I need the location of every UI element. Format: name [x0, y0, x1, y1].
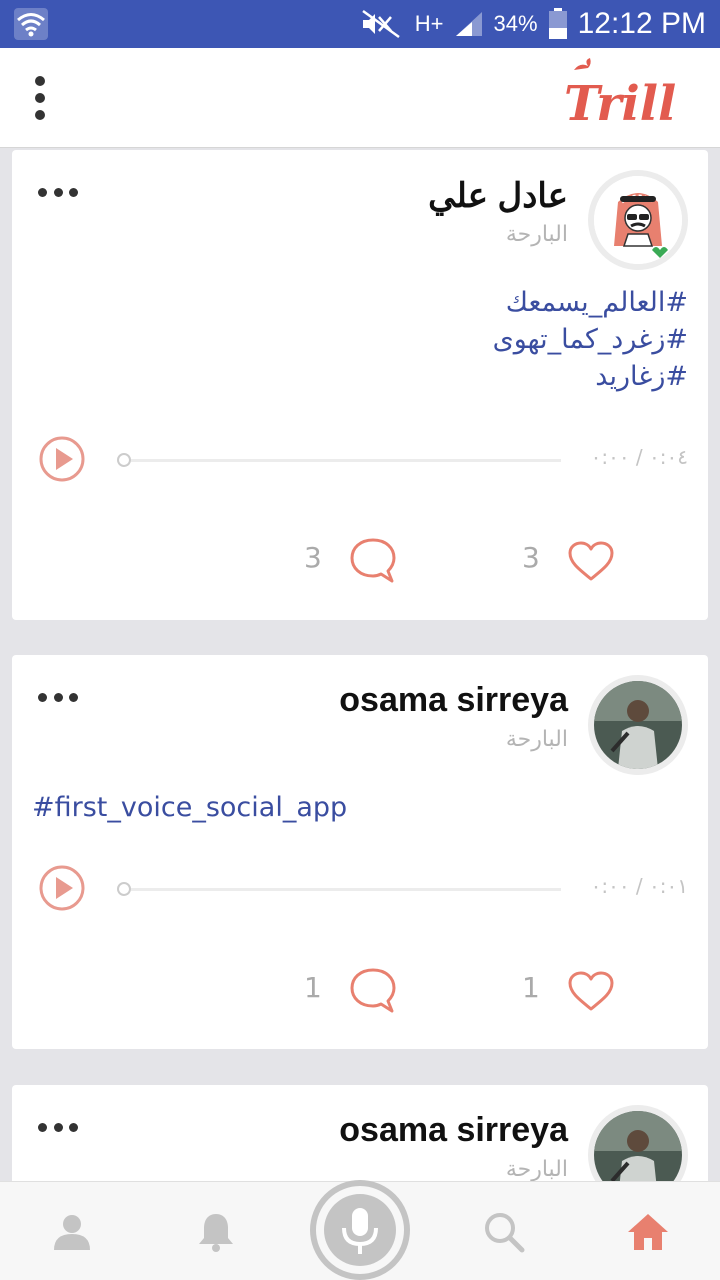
clock: 12:12 PM — [577, 7, 706, 40]
photo-avatar-icon — [594, 1111, 682, 1181]
hashtag-list: #العالم_يسمعك #زغرد_كما_تهوى #زغاريد — [493, 284, 688, 395]
seek-handle[interactable] — [117, 453, 131, 467]
signal-icon — [455, 12, 482, 36]
username[interactable]: عادل علي — [428, 176, 568, 216]
search-icon[interactable] — [482, 1210, 526, 1254]
post-time: البارحة — [505, 1157, 568, 1181]
profile-icon[interactable] — [50, 1210, 94, 1254]
trill-logo: Trill — [564, 58, 676, 132]
post-time: البارحة — [505, 222, 568, 247]
hashtag-list: #first_voice_social_app — [32, 789, 347, 826]
hashtag-link[interactable]: #زغرد_كما_تهوى — [493, 321, 688, 358]
username[interactable]: osama sirreya — [339, 1111, 568, 1150]
post-time: البارحة — [505, 727, 568, 752]
comment-count: 1 — [304, 971, 322, 1004]
heart-icon[interactable] — [566, 539, 616, 583]
seek-bar[interactable] — [131, 459, 561, 462]
bottom-navigation — [0, 1180, 720, 1280]
bell-icon[interactable] — [194, 1210, 238, 1254]
status-bar: H+ 34% 12:12 PM — [0, 0, 720, 48]
svg-text:Trill: Trill — [564, 76, 676, 132]
comment-count: 3 — [304, 541, 322, 574]
photo-avatar-icon — [594, 681, 682, 769]
hashtag-link[interactable]: #first_voice_social_app — [32, 789, 347, 826]
battery-icon — [548, 8, 567, 39]
like-count: 1 — [522, 971, 540, 1004]
post-card: عادل علي البارحة #العالم_يسمعك #زغرد_كما… — [12, 150, 708, 620]
audio-player: ٠:٠٤ / ٠:٠٠ — [38, 435, 688, 485]
play-icon[interactable] — [38, 435, 86, 483]
mic-icon — [342, 1208, 378, 1254]
cartoon-avatar-icon — [594, 176, 682, 264]
seek-bar[interactable] — [131, 888, 561, 891]
battery-percent: 34% — [493, 11, 538, 36]
app-bar: Trill — [0, 48, 720, 148]
more-options-icon[interactable] — [38, 693, 78, 705]
feed: عادل علي البارحة #العالم_يسمعك #زغرد_كما… — [0, 149, 720, 1181]
duration: ٠:٠٤ / ٠:٠٠ — [590, 445, 688, 469]
post-card: osama sirreya البارحة #first_voice_socia… — [12, 655, 708, 1049]
record-button[interactable] — [310, 1180, 410, 1280]
post-card: osama sirreya البارحة — [12, 1085, 708, 1181]
like-count: 3 — [522, 541, 540, 574]
mute-icon — [362, 9, 400, 39]
duration: ٠:٠١ / ٠:٠٠ — [590, 874, 688, 898]
menu-icon[interactable] — [28, 76, 52, 120]
username[interactable]: osama sirreya — [339, 681, 568, 720]
post-actions: 3 3 — [12, 535, 708, 585]
avatar[interactable] — [588, 1105, 688, 1181]
post-actions: 1 1 — [12, 965, 708, 1015]
play-icon[interactable] — [38, 864, 86, 912]
comment-icon[interactable] — [348, 965, 398, 1015]
network-type: H+ — [414, 11, 444, 36]
wifi-icon — [14, 8, 48, 40]
hashtag-link[interactable]: #زغاريد — [493, 358, 688, 395]
home-icon[interactable] — [626, 1210, 670, 1254]
heart-icon[interactable] — [566, 969, 616, 1013]
more-options-icon[interactable] — [38, 1123, 78, 1135]
more-options-icon[interactable] — [38, 188, 78, 200]
audio-player: ٠:٠١ / ٠:٠٠ — [38, 864, 688, 914]
hashtag-link[interactable]: #العالم_يسمعك — [493, 284, 688, 321]
avatar[interactable] — [588, 675, 688, 775]
seek-handle[interactable] — [117, 882, 131, 896]
comment-icon[interactable] — [348, 535, 398, 585]
avatar[interactable] — [588, 170, 688, 270]
